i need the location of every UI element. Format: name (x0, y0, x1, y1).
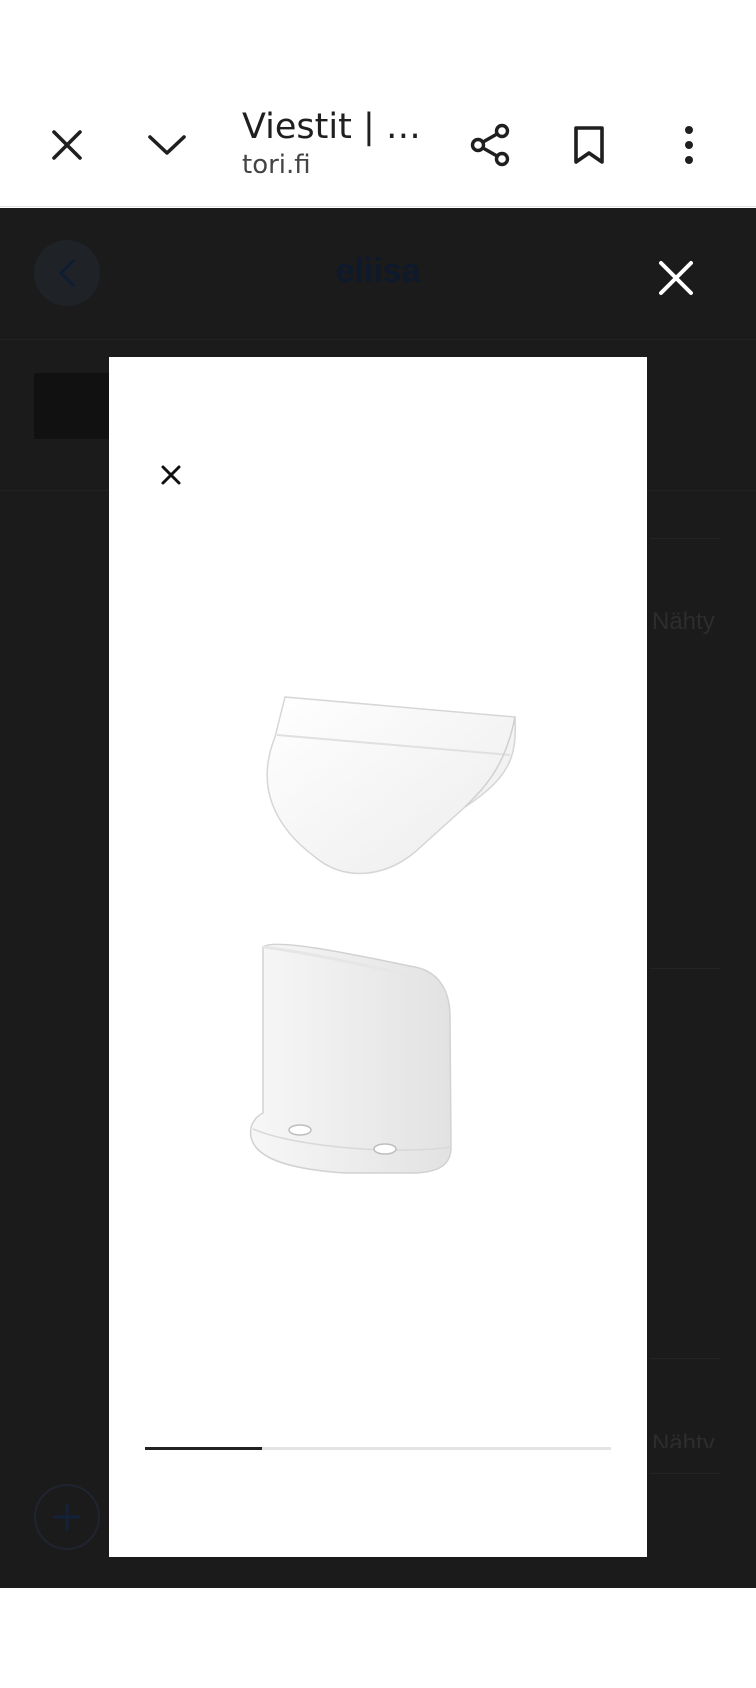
seen-label: Nähty (652, 608, 715, 635)
close-icon (659, 261, 693, 295)
image-gallery-modal (109, 357, 647, 1557)
close-icon (161, 465, 181, 485)
bookmark-icon (574, 126, 604, 164)
page-title: Viestit | … (242, 107, 421, 147)
conversation-header: eliisa (0, 208, 756, 340)
more-vert-icon (685, 126, 693, 164)
plus-icon (53, 1503, 81, 1531)
page: Viestit | … tori.fi eliisa Nähty Nähty (0, 0, 756, 1688)
bookmark-button[interactable] (561, 117, 617, 173)
divider (650, 1473, 720, 1474)
share-button[interactable] (462, 117, 518, 173)
chevron-down-icon (148, 135, 186, 155)
add-attachment-button[interactable] (34, 1484, 100, 1550)
page-title-block[interactable]: Viestit | … tori.fi (242, 105, 422, 181)
gallery-progress-fill (145, 1447, 262, 1450)
page-url: tori.fi (242, 150, 311, 180)
close-icon (52, 130, 82, 160)
conversation-name: eliisa (335, 252, 421, 290)
modal-close-button[interactable] (145, 449, 197, 501)
seen-label-partial: Nähty (652, 1430, 715, 1448)
divider (650, 1358, 720, 1359)
divider (650, 968, 720, 969)
browser-toolbar: Viestit | … tori.fi (0, 95, 756, 207)
divider (650, 538, 720, 539)
share-icon (470, 123, 510, 167)
more-options-button[interactable] (661, 117, 717, 173)
overlay-close-button[interactable] (650, 252, 702, 304)
listing-thumbnail (34, 373, 112, 439)
minimize-tab-button[interactable] (139, 117, 195, 173)
bottom-area (0, 1588, 756, 1688)
product-image[interactable] (215, 677, 525, 1237)
gallery-progress-track (145, 1447, 611, 1450)
close-tab-button[interactable] (39, 117, 95, 173)
